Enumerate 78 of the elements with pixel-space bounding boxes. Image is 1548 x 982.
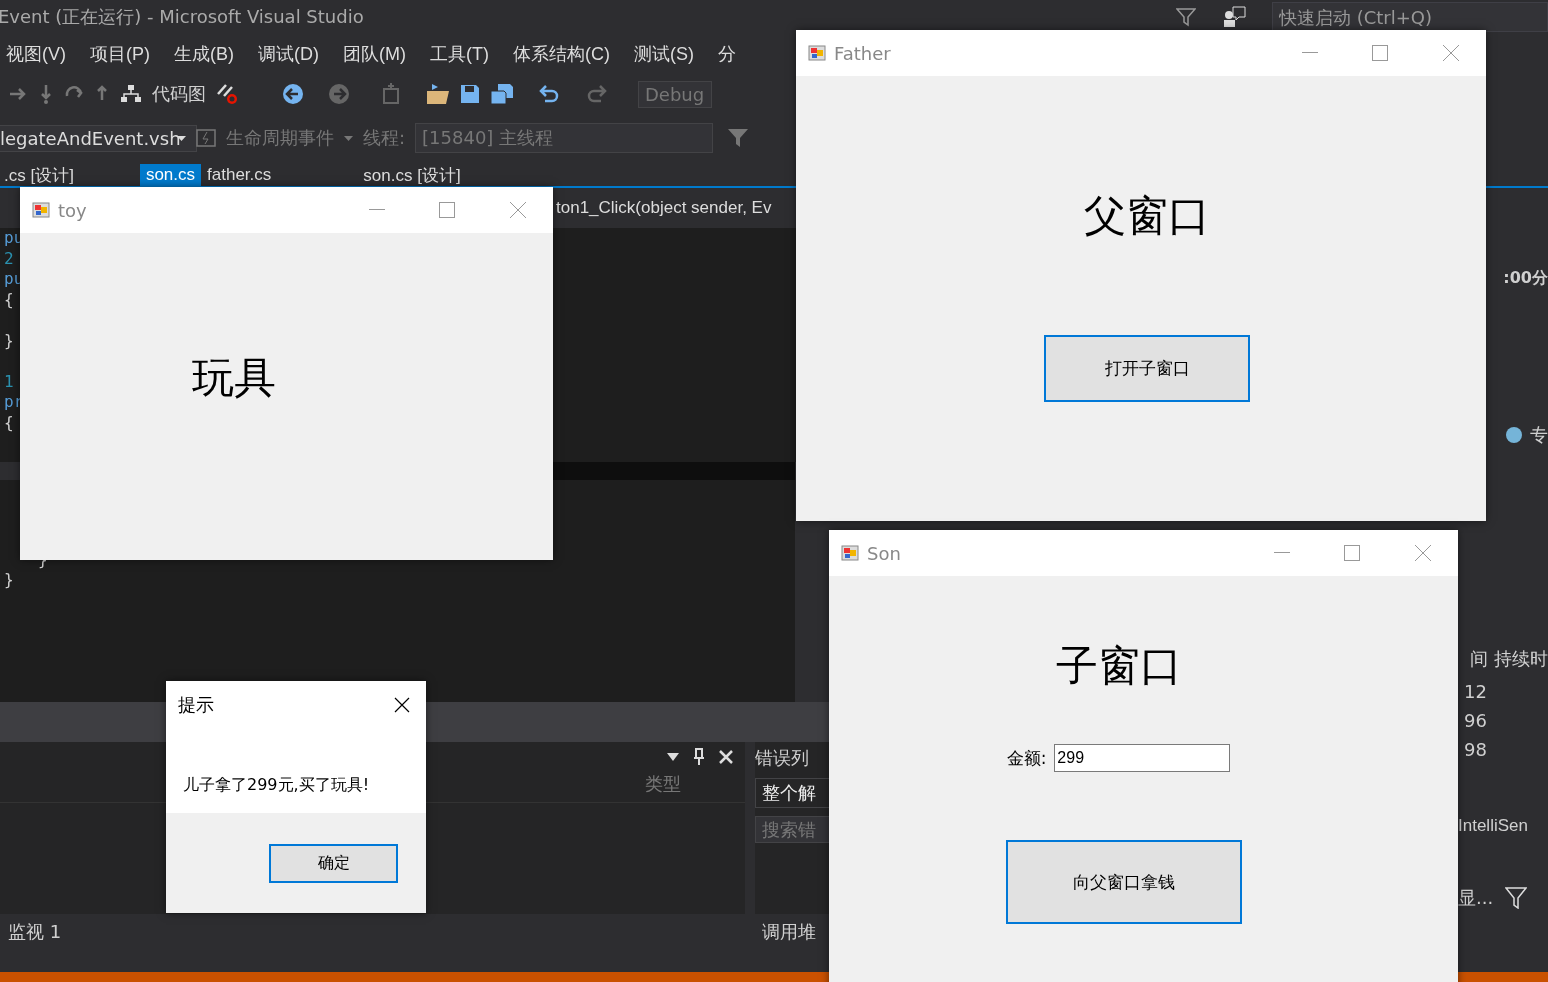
table-cell: 98 [1464, 739, 1487, 760]
window-title: Son [867, 542, 901, 564]
feedback-icon[interactable] [1222, 6, 1246, 28]
status-text: 显... [1458, 886, 1494, 910]
heading: 玩具 [192, 353, 276, 402]
new-item-icon[interactable] [380, 83, 402, 105]
brace: { [4, 412, 14, 432]
search-field[interactable]: 搜索错 [755, 816, 830, 843]
menu-item[interactable]: 团队(M) [331, 42, 418, 66]
menu-item[interactable]: 生成(B) [162, 42, 246, 66]
dialog-title: 提示 [178, 693, 214, 717]
app-icon [841, 544, 859, 562]
minimize-icon[interactable] [369, 209, 385, 211]
window-title: Event (正在运行) - Microsoft Visual Studio [0, 5, 364, 29]
close-icon[interactable] [394, 697, 410, 713]
redo-icon[interactable] [586, 83, 608, 105]
menu-item[interactable]: 体系结构(C) [500, 42, 622, 66]
maximize-icon[interactable] [1372, 45, 1388, 61]
folder-icon[interactable] [426, 83, 450, 105]
menu-item[interactable]: 项目(P) [78, 42, 162, 66]
menu-item[interactable]: 视图(V) [0, 42, 78, 66]
column-header[interactable]: 持续时 [1494, 647, 1548, 671]
arrow-right-icon[interactable] [8, 86, 28, 102]
filter-icon[interactable] [1176, 7, 1196, 27]
open-child-button[interactable]: 打开子窗口 [1044, 335, 1250, 402]
brace: { [4, 289, 14, 309]
table-cell: 12 [1464, 681, 1487, 702]
code-map-label[interactable]: 代码图 [152, 82, 206, 106]
forward-icon[interactable] [328, 83, 350, 105]
app-icon [32, 201, 50, 219]
menu-item[interactable]: 测试(S) [621, 42, 706, 66]
amount-field[interactable]: 299 [1054, 744, 1231, 772]
save-all-icon[interactable] [490, 83, 514, 105]
document-tab[interactable]: father.cs [201, 164, 278, 186]
maximize-icon[interactable] [439, 202, 455, 218]
message-text: 儿子拿了299元,买了玩具! [183, 775, 370, 794]
document-tab[interactable]: .cs [设计] [0, 164, 80, 186]
dropdown-icon[interactable] [667, 753, 679, 761]
code-map-icon[interactable] [120, 84, 142, 104]
maximize-icon[interactable] [1344, 545, 1360, 561]
app-icon [808, 44, 826, 62]
amount-label: 金额: [1006, 746, 1047, 770]
undo-icon[interactable] [538, 83, 560, 105]
thread-label: 线程: [363, 126, 406, 150]
quick-launch-field[interactable]: 快速启动 (Ctrl+Q) [1272, 2, 1548, 32]
process-dropdown[interactable]: legateAndEvent.vsh [0, 124, 197, 152]
caret-icon[interactable] [177, 135, 186, 141]
heading: 父窗口 [1084, 190, 1210, 242]
pin-icon[interactable] [693, 748, 705, 766]
menu-item[interactable]: 调试(D) [246, 42, 331, 66]
column-header[interactable]: 间 [1470, 647, 1488, 671]
panel-tab[interactable]: 监视 1 [8, 920, 62, 944]
get-money-button[interactable]: 向父窗口拿钱 [1005, 840, 1242, 924]
lifecycle-icon[interactable] [196, 129, 216, 147]
panel-title[interactable]: 错误列 [755, 746, 830, 770]
back-icon[interactable] [282, 83, 304, 105]
menu-item[interactable]: 工具(T) [418, 42, 501, 66]
intellisense-label: IntelliSen [1458, 816, 1528, 836]
document-tab[interactable]: son.cs [139, 164, 202, 186]
timeline-label: :00分 [1503, 268, 1548, 289]
step-into-icon[interactable] [38, 84, 54, 104]
minimize-icon[interactable] [1274, 552, 1290, 554]
document-tab[interactable]: son.cs [设计] [357, 164, 467, 186]
heading: 子窗口 [1055, 640, 1182, 692]
line-number: 2 [4, 248, 14, 268]
window-title: Father [834, 42, 891, 64]
save-icon[interactable] [460, 84, 480, 104]
table-cell: 96 [1464, 710, 1487, 731]
member-dropdown[interactable]: ton1_Click(object sender, Ev [556, 198, 772, 218]
brace: } [4, 330, 14, 350]
menu-item[interactable]: 分 [705, 42, 748, 66]
legend-label: 专 [1530, 423, 1548, 447]
minimize-icon[interactable] [1302, 52, 1318, 54]
panel-tab[interactable]: 调用堆 [762, 920, 830, 944]
window-title: toy [58, 199, 87, 221]
line-number: 1 [4, 371, 14, 391]
ok-button[interactable]: 确定 [269, 843, 398, 883]
brace: } [4, 570, 14, 589]
